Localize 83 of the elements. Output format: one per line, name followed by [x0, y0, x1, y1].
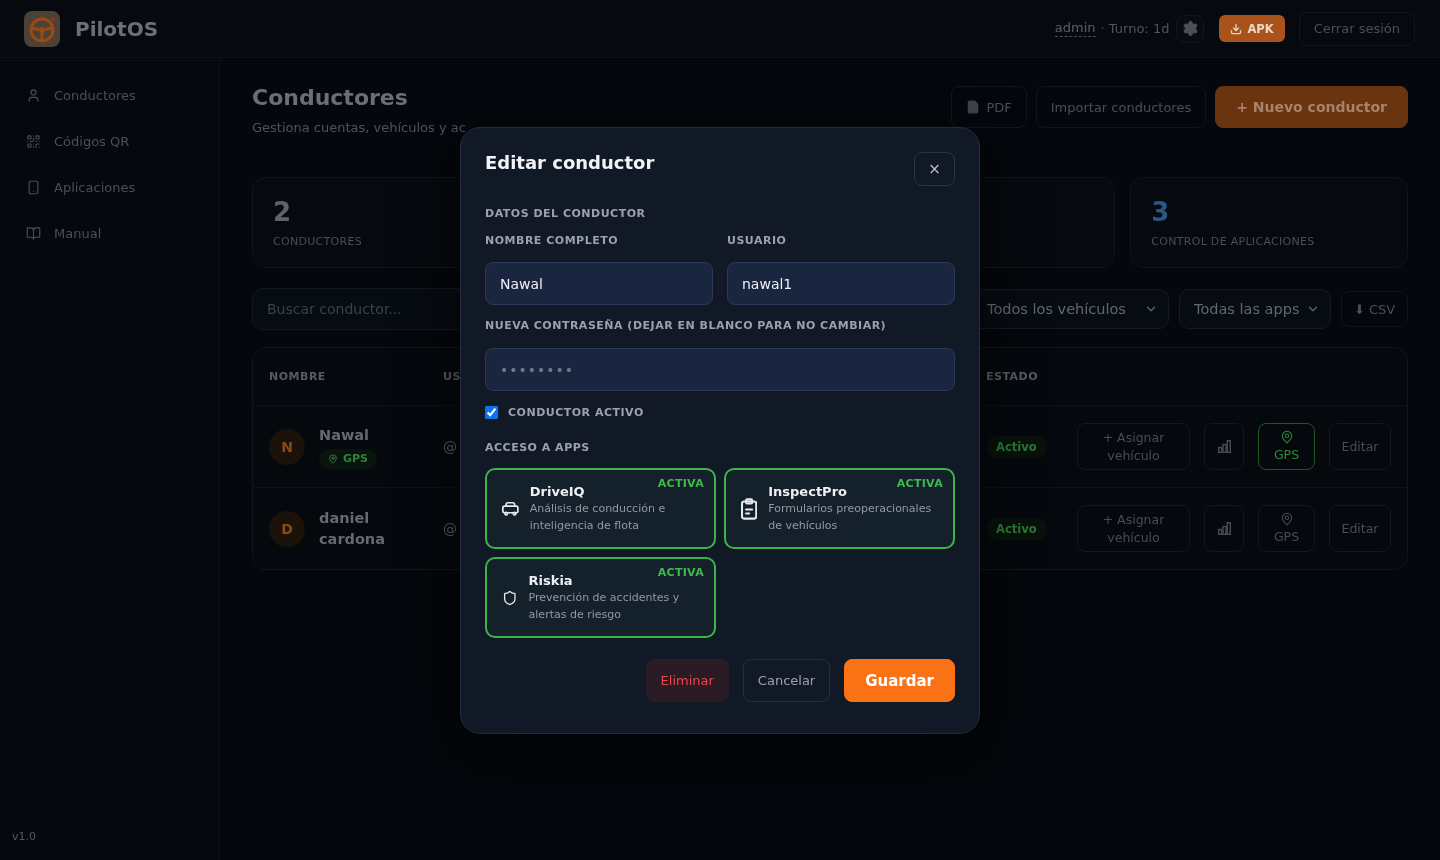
stats-button[interactable]	[1204, 505, 1244, 552]
book-icon	[26, 225, 41, 241]
app-description: Prevención de accidentes y alertas de riesgo	[528, 590, 681, 623]
file-icon	[966, 100, 981, 114]
import-button[interactable]: Importar conductores	[1035, 86, 1207, 128]
settings-icon	[1181, 20, 1199, 37]
column-header: NOMBRE	[269, 370, 326, 383]
apk-button[interactable]: APK	[1219, 15, 1285, 42]
status-badge: Activo	[986, 435, 1047, 458]
sidebar-item[interactable]: Códigos QR	[12, 123, 207, 159]
sidebar-item[interactable]: Conductores	[12, 77, 207, 113]
username: @	[443, 520, 457, 537]
csv-button[interactable]: ⬇ CSV	[1341, 291, 1408, 327]
app-name: InspectPro	[768, 483, 847, 500]
column-header: ESTADO	[986, 370, 1039, 383]
download-icon	[1230, 22, 1243, 35]
cancel-button[interactable]: Cancelar	[742, 659, 831, 702]
qr-code-icon	[26, 133, 41, 149]
page-title: Conductores	[252, 84, 408, 112]
status-badge: Activo	[986, 517, 1047, 540]
text-input[interactable]: Nawal	[485, 262, 713, 305]
bar-chart-icon	[1217, 522, 1231, 535]
bar-chart-icon	[1217, 440, 1231, 453]
checkbox-label: CONDUCTOR ACTIVO	[508, 405, 644, 419]
assign-vehicle-button[interactable]: + Asignar vehículo	[1077, 423, 1190, 470]
filter-select[interactable]: Todas las apps	[1179, 289, 1331, 329]
app-status-label: ACTIVA	[657, 477, 704, 491]
user-icon	[26, 87, 41, 103]
settings-button[interactable]	[1176, 14, 1205, 43]
section-label: ACCESO A APPS	[485, 441, 590, 455]
driver-name: daniel cardona	[319, 508, 386, 549]
sidebar-item[interactable]: Manual	[12, 215, 207, 251]
gps-badge: GPS	[319, 448, 377, 469]
user-name[interactable]: admin	[1054, 20, 1096, 37]
stat-label: CONTROL DE APLICACIONES	[1151, 235, 1315, 249]
text-input[interactable]: nawal1	[727, 262, 955, 305]
app-card[interactable]: InspectPro Formularios preoperacionales de vehículos ACTIVA	[724, 468, 955, 549]
clipboard-icon	[741, 496, 758, 521]
logo-icon	[24, 10, 60, 47]
driver-name: Nawal	[319, 425, 370, 445]
logout-button[interactable]: Cerrar sesión	[1298, 11, 1415, 46]
field-label: NOMBRE COMPLETO	[485, 234, 618, 248]
avatar: D	[269, 510, 305, 547]
app-card[interactable]: Riskia Prevención de accidentes y alertas de riesgo ACTIVA	[485, 557, 716, 638]
stat-value: 3	[1151, 197, 1170, 227]
avatar: N	[269, 428, 305, 465]
assign-vehicle-button[interactable]: + Asignar vehículo	[1077, 505, 1190, 552]
map-pin-icon	[1279, 511, 1294, 526]
section-label: DATOS DEL CONDUCTOR	[485, 207, 646, 221]
active-checkbox[interactable]	[485, 405, 498, 419]
brand-name: PilotOS	[75, 16, 159, 41]
smartphone-icon	[26, 179, 41, 195]
delete-button[interactable]: Eliminar	[645, 659, 729, 702]
app-status-label: ACTIVA	[896, 477, 943, 491]
app-name: Riskia	[528, 572, 573, 589]
gps-button[interactable]: GPS	[1258, 423, 1315, 470]
map-pin-icon	[1279, 429, 1294, 444]
version-label: v1.0	[12, 830, 36, 843]
app-status-label: ACTIVA	[657, 566, 704, 580]
stat-value: 2	[273, 197, 292, 227]
password-field[interactable]: ••••••••	[485, 348, 955, 391]
stats-button[interactable]	[1204, 423, 1244, 470]
sidebar-item[interactable]: Aplicaciones	[12, 169, 207, 205]
page-subtitle: Gestiona cuentas, vehículos y ac	[252, 119, 466, 137]
close-button[interactable]: ×	[914, 152, 955, 186]
app-card[interactable]: DriveIQ Análisis de conducción e inteligencia de flota ACTIVA	[485, 468, 716, 549]
new-driver-button[interactable]: + Nuevo conductor	[1215, 86, 1408, 128]
app-name: DriveIQ	[529, 483, 585, 500]
column-header: US	[443, 370, 461, 383]
app-description: Formularios preoperacionales de vehículos	[768, 501, 933, 534]
save-button[interactable]: Guardar	[844, 659, 955, 702]
pdf-button[interactable]: PDF	[951, 86, 1027, 128]
shift-label: · Turno: 1d	[1100, 21, 1170, 36]
app-description: Análisis de conducción e inteligencia de flota	[529, 501, 667, 534]
map-pin-icon	[328, 453, 338, 464]
gps-button[interactable]: GPS	[1258, 505, 1315, 552]
edit-button[interactable]: Editar	[1329, 505, 1391, 552]
field-label: NUEVA CONTRASEÑA (DEJAR EN BLANCO PARA NO CAMBIAR)	[485, 319, 887, 333]
stat-label: CONDUCTORES	[273, 235, 363, 249]
username: @	[443, 438, 457, 455]
dialog-title: Editar conductor	[485, 152, 655, 174]
edit-button[interactable]: Editar	[1329, 423, 1391, 470]
field-label: USUARIO	[727, 234, 787, 248]
